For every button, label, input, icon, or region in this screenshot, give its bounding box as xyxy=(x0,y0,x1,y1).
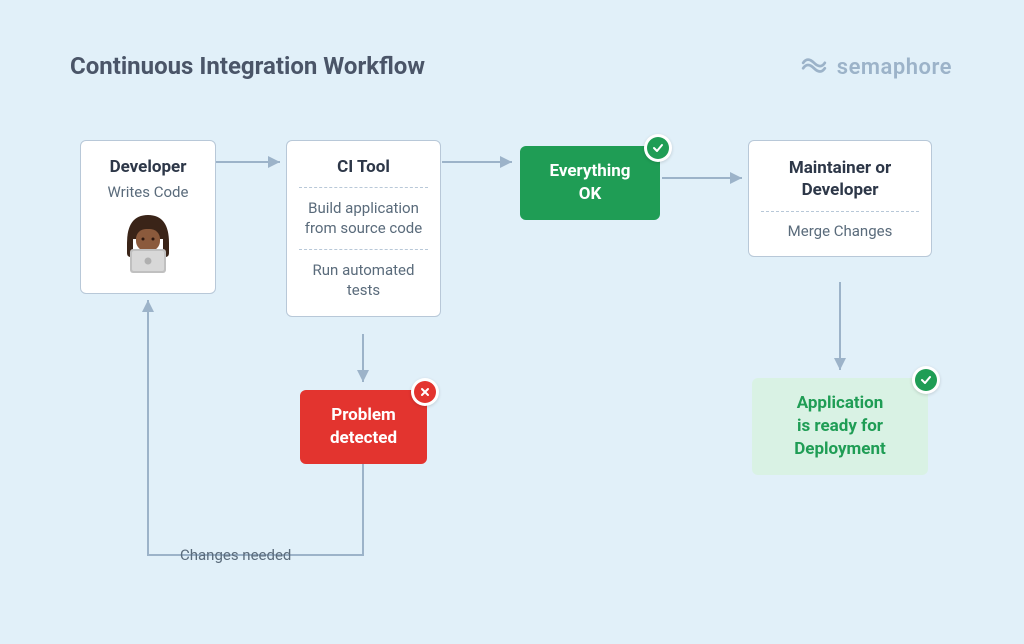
ready-line2: is ready for xyxy=(770,415,910,438)
developer-avatar-icon xyxy=(93,209,203,277)
ready-line1: Application xyxy=(770,392,910,415)
developer-title: Developer xyxy=(93,157,203,177)
developer-node: Developer Writes Code xyxy=(80,140,216,294)
ready-line3: Deployment xyxy=(770,438,910,461)
brand-name: semaphore xyxy=(837,55,952,80)
check-badge-icon xyxy=(912,366,940,394)
ci-tool-step1: Build application from source code xyxy=(299,198,428,239)
ci-tool-step2: Run automated tests xyxy=(299,260,428,301)
problem-line1: Problem xyxy=(318,404,409,427)
check-badge-icon xyxy=(644,134,672,162)
developer-subtitle: Writes Code xyxy=(93,183,203,201)
ready-node: Application is ready for Deployment xyxy=(752,378,928,475)
maintainer-title: Maintainer or Developer xyxy=(761,157,919,201)
ci-tool-node: CI Tool Build application from source co… xyxy=(286,140,441,317)
diagram-title: Continuous Integration Workflow xyxy=(70,52,425,80)
arrow-layer xyxy=(0,0,1024,644)
ci-tool-title: CI Tool xyxy=(299,157,428,177)
maintainer-node: Maintainer or Developer Merge Changes xyxy=(748,140,932,257)
ok-line1: Everything xyxy=(538,160,642,183)
brand-logo: semaphore xyxy=(801,52,952,82)
changes-needed-label: Changes needed xyxy=(180,546,291,564)
problem-detected-node: Problem detected xyxy=(300,390,427,464)
problem-line2: detected xyxy=(318,427,409,450)
ok-line2: OK xyxy=(538,183,642,206)
x-badge-icon xyxy=(411,378,439,406)
maintainer-action: Merge Changes xyxy=(761,222,919,240)
semaphore-icon xyxy=(801,52,827,82)
everything-ok-node: Everything OK xyxy=(520,146,660,220)
